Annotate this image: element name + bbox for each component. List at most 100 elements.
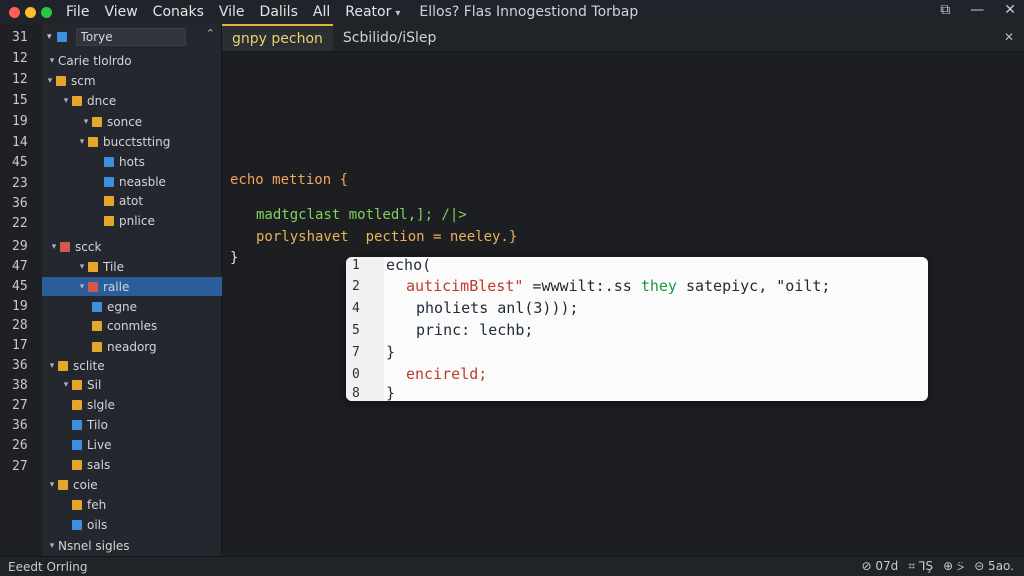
menu-item-label: Conaks bbox=[152, 4, 204, 20]
status-item[interactable]: ⊕ ⍩ bbox=[943, 559, 964, 574]
close-window-button[interactable] bbox=[9, 6, 20, 18]
tree-item-label: sonce bbox=[107, 114, 143, 129]
popup-code-line: encireld; bbox=[406, 365, 487, 383]
minimize-window-icon[interactable]: — bbox=[970, 2, 984, 18]
tree-item[interactable]: Live bbox=[42, 435, 222, 454]
tree-item-label: coie bbox=[73, 477, 98, 492]
menu-item-4[interactable]: Dalils bbox=[260, 4, 307, 20]
status-mode[interactable]: Eeedt Orrling bbox=[8, 560, 87, 574]
tree-item-label: Sil bbox=[87, 377, 102, 392]
tree-item[interactable]: ▾ Carie tlolrdo bbox=[42, 51, 222, 70]
tree-item[interactable]: ▾ Sil bbox=[42, 375, 222, 394]
tree-item[interactable]: slgle bbox=[42, 395, 222, 414]
tree-item[interactable]: ▾ scck bbox=[42, 237, 222, 256]
explorer-search-input[interactable] bbox=[75, 28, 186, 46]
tree-item-label: feh bbox=[87, 497, 107, 512]
gutter-line-number: 27 bbox=[12, 398, 28, 413]
restore-window-icon[interactable]: ⧉ bbox=[940, 2, 950, 18]
close-window-icon[interactable]: ✕ bbox=[1004, 2, 1016, 18]
close-icon[interactable]: ✕ bbox=[1004, 30, 1014, 44]
tree-item[interactable]: ▾ dnce bbox=[42, 91, 222, 110]
chevron-down-icon: ▾ bbox=[79, 281, 85, 292]
window-title: Ellos? Flas Innogestiond Torbap bbox=[419, 4, 639, 20]
tree-item-label: neasble bbox=[119, 174, 166, 189]
maximize-window-button[interactable] bbox=[41, 6, 52, 18]
gutter-line-number: 17 bbox=[12, 338, 28, 353]
gutter-line-number: 19 bbox=[12, 299, 28, 314]
tree-item[interactable]: ▾ bucctstting bbox=[42, 132, 222, 151]
tree-item-label: scck bbox=[75, 239, 102, 254]
code-preview-popup[interactable]: 1 2 4 5 7 0 8 echo(auticimBlest" =wwwilt:.ss t… bbox=[346, 257, 928, 401]
gutter-line-number: 28 bbox=[12, 318, 28, 333]
chevron-down-icon: ▾ bbox=[63, 379, 69, 390]
tree-item[interactable]: Tilo bbox=[42, 415, 222, 434]
tree-item[interactable]: ▾ ralle bbox=[42, 277, 222, 296]
file-icon bbox=[104, 176, 114, 187]
menu-bar: File View Conaks Vile Dalils All Reator ▾ bbox=[66, 4, 415, 20]
menu-item-2[interactable]: Conaks bbox=[153, 4, 213, 20]
code-line: madtgclast motledl,]; /|> bbox=[256, 207, 467, 223]
file-explorer: ▾ ⌃ ▾Carie tlolrdo▾scm▾dnce ▾ sonce ▾buccts… bbox=[42, 24, 222, 556]
tree-item-label: atot bbox=[119, 193, 144, 208]
chevron-down-icon: ▾ bbox=[83, 116, 89, 127]
menu-item-0[interactable]: File bbox=[66, 4, 98, 20]
tree-item[interactable]: atot bbox=[42, 191, 222, 210]
status-bar: Eeedt Orrling ⊘ 07d ⌗ ⅂Ş ⊕ ⍩ ⊝ 5ao. bbox=[0, 556, 1024, 576]
popup-line-number: 0 bbox=[352, 367, 360, 382]
gutter-line-number: 36 bbox=[12, 358, 28, 373]
menu-item-3[interactable]: Vile bbox=[219, 4, 254, 20]
window-controls: ⧉ — ✕ bbox=[940, 2, 1016, 18]
menu-item-6[interactable]: Reator ▾ bbox=[345, 4, 409, 20]
status-item[interactable]: ⌗ ⅂Ş bbox=[908, 559, 933, 574]
tree-item[interactable]: ▾ sonce bbox=[42, 112, 222, 131]
tree-item[interactable]: ▾ coie bbox=[42, 475, 222, 494]
tree-item-label: oils bbox=[87, 517, 108, 532]
folder-icon bbox=[92, 320, 102, 331]
tree-item[interactable]: ▾ Tile bbox=[42, 257, 222, 276]
chevron-up-icon[interactable]: ⌃ bbox=[206, 27, 215, 40]
tree-item[interactable]: pnlice bbox=[42, 211, 222, 230]
chevron-down-icon: ▾ bbox=[49, 360, 55, 371]
file-icon bbox=[60, 241, 70, 252]
status-item[interactable]: ⊝ 5ao. bbox=[974, 559, 1014, 574]
gutter-line-number: 27 bbox=[12, 459, 28, 474]
tree-item-label: hots bbox=[119, 154, 145, 169]
menu-item-1[interactable]: View bbox=[104, 4, 146, 20]
code-line: echo mettion { bbox=[230, 172, 349, 188]
tree-item[interactable]: ▾ sclite bbox=[42, 356, 222, 375]
tree-item[interactable]: hots bbox=[42, 152, 222, 171]
chevron-down-icon[interactable]: ▾ bbox=[47, 32, 52, 42]
code-token: pholiets anl(3))); bbox=[416, 299, 579, 317]
tree-item-label: sals bbox=[87, 457, 111, 472]
tree-item[interactable]: feh bbox=[42, 495, 222, 514]
tree-item-label: slgle bbox=[87, 397, 115, 412]
popup-line-number: 2 bbox=[352, 279, 360, 294]
tree-item[interactable]: ▾ Nsnel sigles bbox=[42, 536, 222, 555]
menu-item-5[interactable]: All bbox=[313, 4, 339, 20]
tree-item[interactable]: neadorg bbox=[42, 337, 222, 356]
tree-item-label: sclite bbox=[73, 358, 105, 373]
folder-icon bbox=[92, 116, 102, 127]
tab-gnpy-pechon[interactable]: gnpy pechon bbox=[222, 24, 333, 51]
gutter-line-number: 23 bbox=[12, 176, 28, 191]
popup-line-gutter: 1 2 4 5 7 0 8 bbox=[346, 257, 384, 401]
folder-icon bbox=[104, 215, 114, 226]
code-line: porlyshavet pection = neeley.} bbox=[256, 229, 518, 245]
popup-line-number: 7 bbox=[352, 345, 360, 360]
tree-item[interactable]: neasble bbox=[42, 172, 222, 191]
folder-icon bbox=[56, 75, 66, 86]
tree-item[interactable]: ▾ scm bbox=[42, 71, 222, 90]
tree-item[interactable]: egne bbox=[42, 297, 222, 316]
status-item[interactable]: ⊘ 07d bbox=[861, 559, 898, 574]
minimize-window-button[interactable] bbox=[25, 6, 36, 18]
folder-icon bbox=[72, 499, 82, 510]
tree-item[interactable]: sals bbox=[42, 455, 222, 474]
tree-item[interactable]: oils bbox=[42, 515, 222, 534]
explorer-header: ▾ bbox=[42, 26, 222, 48]
gutter-line-number: 31 bbox=[12, 30, 28, 45]
tree-item[interactable]: conmles bbox=[42, 316, 222, 335]
gutter-line-number: 36 bbox=[12, 196, 28, 211]
editor-tab-bar: gnpy pechon Scbilido/iSlep ✕ bbox=[222, 24, 1024, 52]
chevron-down-icon: ▾ bbox=[395, 8, 401, 19]
tab-scbilido-islep[interactable]: Scbilido/iSlep bbox=[333, 24, 446, 51]
